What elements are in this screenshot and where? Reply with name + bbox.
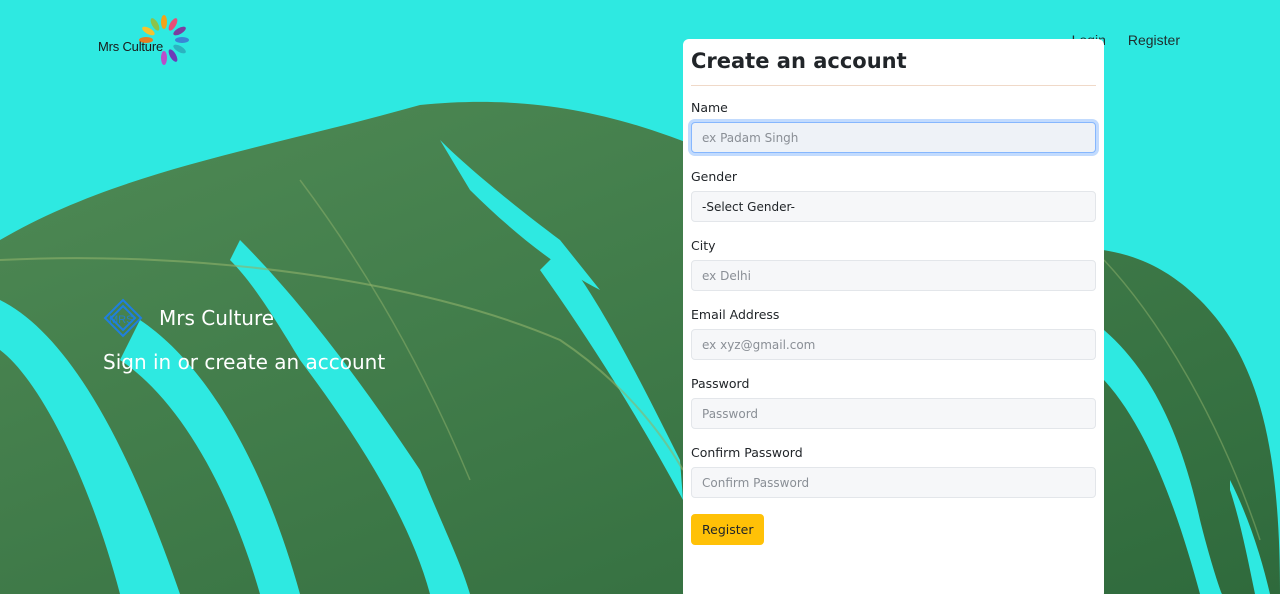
confirm-password-input[interactable] [691, 467, 1096, 498]
password-input[interactable] [691, 398, 1096, 429]
hero-brand-name: Mrs Culture [159, 306, 275, 330]
form-title: Create an account [691, 49, 907, 73]
svg-text:MRS: MRS [109, 314, 133, 326]
hero-brand: MRS Mrs Culture [103, 298, 385, 338]
confirm-password-label: Confirm Password [691, 445, 803, 460]
email-field-group: Email Address [691, 307, 1096, 360]
gender-field-group: Gender -Select Gender- [691, 169, 1096, 222]
nav-register-link[interactable]: Register [1128, 32, 1180, 48]
mrs-diamond-logo-icon: MRS [103, 298, 143, 338]
register-button[interactable]: Register [691, 514, 765, 545]
password-label: Password [691, 376, 750, 391]
title-divider [691, 85, 1096, 86]
site-logo[interactable]: Mrs Culture [96, 14, 192, 66]
name-input[interactable] [691, 122, 1096, 153]
email-label: Email Address [691, 307, 780, 322]
logo-text: Mrs Culture [98, 39, 163, 54]
password-field-group: Password [691, 376, 1096, 429]
hero-section: MRS Mrs Culture Sign in or create an acc… [103, 298, 385, 374]
hero-tagline: Sign in or create an account [103, 350, 386, 374]
email-input[interactable] [691, 329, 1096, 360]
name-label: Name [691, 100, 728, 115]
city-label: City [691, 238, 716, 253]
register-form-card: Create an account Name Gender -Select Ge… [683, 39, 1104, 594]
gender-label: Gender [691, 169, 738, 184]
city-field-group: City [691, 238, 1096, 291]
gender-select[interactable]: -Select Gender- [691, 191, 1096, 222]
confirm-password-field-group: Confirm Password [691, 445, 1096, 498]
name-field-group: Name [691, 100, 1096, 153]
city-input[interactable] [691, 260, 1096, 291]
